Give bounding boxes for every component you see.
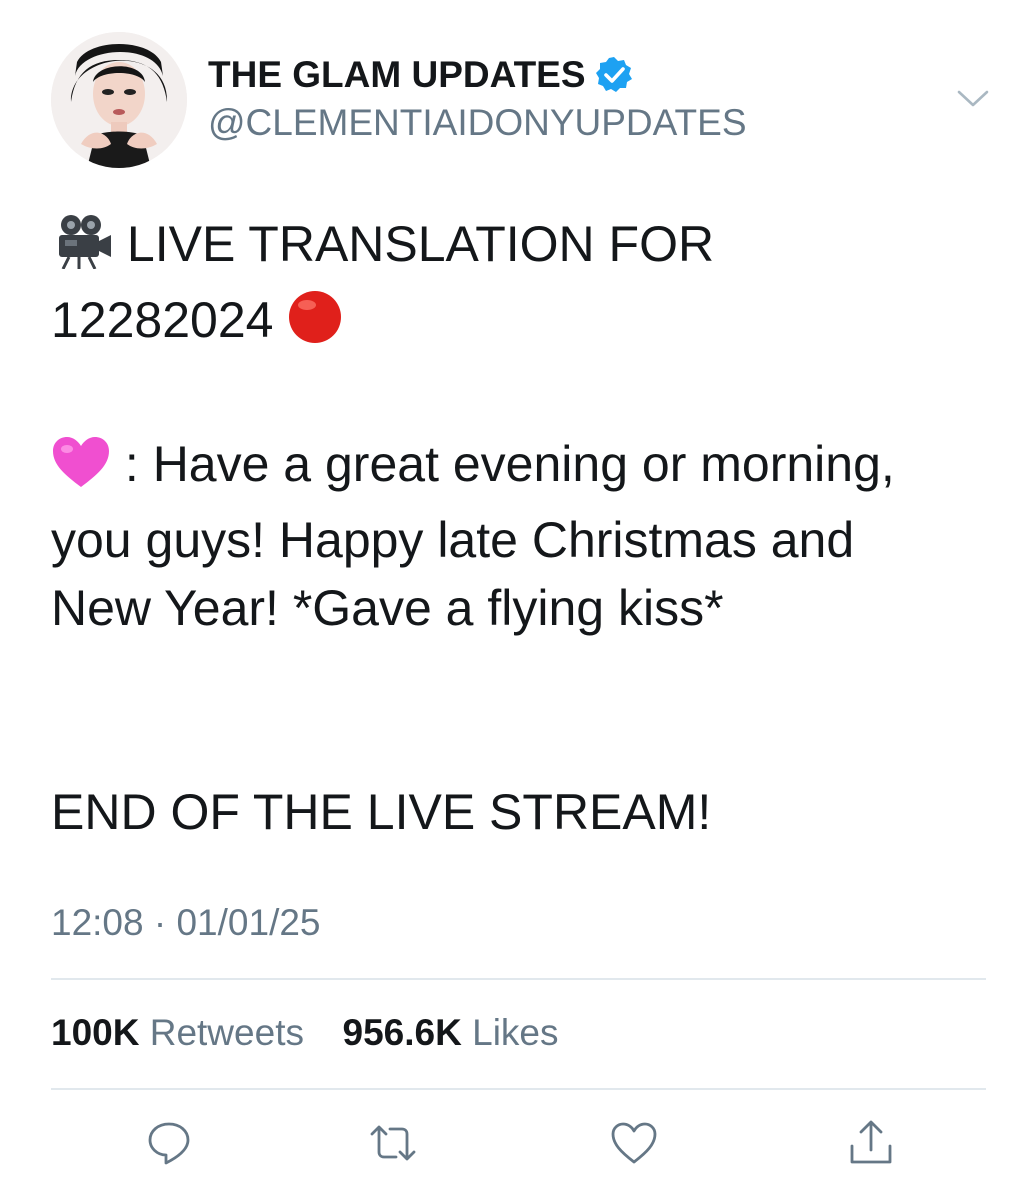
tweet-line: : Have a great evening or morning, [51, 430, 1001, 506]
tweet-card: THE GLAM UPDATES @CLEMENTIAIDONYUPDATES [0, 0, 1036, 1200]
divider [51, 978, 986, 980]
avatar[interactable] [51, 32, 187, 168]
like-icon[interactable] [609, 1118, 659, 1168]
retweets-label: Retweets [149, 1012, 304, 1053]
display-name[interactable]: THE GLAM UPDATES [208, 54, 586, 96]
timestamp-separator: · [153, 902, 167, 943]
user-handle[interactable]: @CLEMENTIAIDONYUPDATES [208, 102, 747, 144]
tweet-line-2: 12282024 [51, 292, 274, 348]
retweets-stat[interactable]: 100K Retweets [51, 1012, 314, 1053]
tweet-line-6: END OF THE LIVE STREAM! [51, 784, 712, 840]
name-row[interactable]: THE GLAM UPDATES [208, 52, 634, 98]
tweet-line-1: LIVE TRANSLATION FOR [126, 216, 715, 272]
likes-stat[interactable]: 956.6K Likes [343, 1012, 559, 1053]
tweet-timestamp[interactable]: 12:08 · 01/01/25 [51, 902, 321, 944]
pink-heart-icon [51, 435, 111, 506]
tweet-line-4: you guys! Happy late Christmas and [51, 512, 855, 568]
retweet-icon[interactable] [368, 1118, 418, 1168]
tweet-line: LIVE TRANSLATION FOR [51, 210, 1001, 286]
divider [51, 1088, 986, 1090]
verified-badge-icon [594, 55, 634, 95]
red-circle-icon [287, 289, 343, 362]
chevron-down-icon[interactable] [956, 84, 990, 112]
reply-icon[interactable] [144, 1118, 194, 1168]
movie-camera-icon [51, 213, 113, 286]
tweet-line-3: : Have a great evening or morning, [124, 436, 895, 492]
share-icon[interactable] [846, 1118, 896, 1168]
likes-count: 956.6K [342, 1012, 462, 1053]
tweet-time: 12:08 [51, 902, 144, 943]
tweet-text: LIVE TRANSLATION FOR 12282024 : Have a g… [51, 210, 1001, 846]
avatar-image [51, 32, 187, 168]
tweet-stats: 100K Retweets 956.6K Likes [51, 1012, 559, 1054]
likes-label: Likes [472, 1012, 559, 1053]
retweets-count: 100K [51, 1012, 140, 1053]
tweet-line: 12282024 [51, 286, 1001, 362]
tweet-date: 01/01/25 [176, 902, 321, 943]
tweet-line-5: New Year! *Gave a flying kiss* [51, 580, 724, 636]
